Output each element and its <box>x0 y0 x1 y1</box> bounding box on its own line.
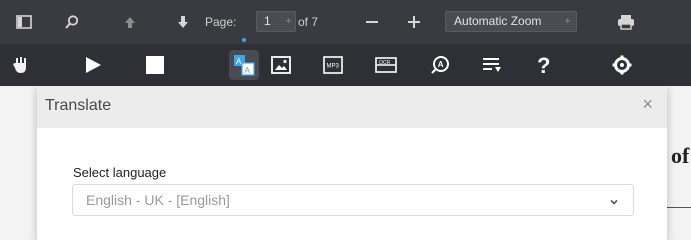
zoom-out-icon[interactable] <box>360 10 384 34</box>
mp3-icon[interactable]: MP3 <box>318 50 348 80</box>
zoom-in-icon[interactable] <box>402 10 426 34</box>
previous-page-icon[interactable] <box>118 10 142 34</box>
playlist-add-icon[interactable] <box>477 50 507 80</box>
translate-icon[interactable]: AA <box>229 50 259 80</box>
svg-text:A: A <box>245 66 251 75</box>
language-select-value: English - UK - [English] <box>86 192 230 208</box>
document-text-fragment: of <box>671 143 690 168</box>
page-label: Page: <box>205 15 237 29</box>
play-icon[interactable] <box>78 50 108 80</box>
dialog-title: Translate <box>45 97 112 114</box>
settings-icon[interactable] <box>607 50 637 80</box>
print-icon[interactable] <box>614 10 638 34</box>
dialog-header: Translate × <box>37 86 667 128</box>
sidebar-toggle-icon[interactable] <box>12 10 36 34</box>
page-spinner-icon[interactable]: ÷ <box>286 12 291 31</box>
language-select[interactable]: English - UK - [English] <box>72 184 634 216</box>
svg-text:OCR: OCR <box>379 60 391 66</box>
pdf-viewer: Page: 1 ÷ of 7 Automatic Zoom ÷ A A MP3 … <box>0 0 691 240</box>
page-number-value: 1 <box>264 14 271 28</box>
search-text-icon[interactable]: A <box>425 50 455 80</box>
top-toolbar: Page: 1 ÷ of 7 Automatic Zoom ÷ <box>0 0 691 44</box>
stop-icon[interactable] <box>140 50 170 80</box>
page-number-input[interactable]: 1 ÷ <box>256 11 296 32</box>
svg-text:A: A <box>236 57 242 66</box>
zoom-spinner-icon: ÷ <box>565 16 570 26</box>
svg-text:MP3: MP3 <box>327 64 340 70</box>
zoom-value: Automatic Zoom <box>454 14 542 28</box>
hand-tool-icon[interactable] <box>6 50 36 80</box>
close-icon[interactable]: × <box>642 94 653 114</box>
help-icon[interactable]: ? <box>529 50 559 80</box>
ocr-icon[interactable]: OCR <box>371 50 401 80</box>
tool-toolbar: AA MP3 OCR A ? <box>0 44 691 86</box>
active-tool-indicator <box>242 38 246 42</box>
document-background-left <box>0 86 37 240</box>
select-language-label: Select language <box>73 165 167 180</box>
svg-text:A: A <box>438 60 444 69</box>
next-page-icon[interactable] <box>171 10 195 34</box>
search-icon[interactable] <box>60 10 84 34</box>
document-divider <box>667 207 691 208</box>
zoom-select[interactable]: Automatic Zoom ÷ <box>445 11 577 32</box>
chevron-down-icon <box>609 194 619 212</box>
page-count: of 7 <box>298 15 319 29</box>
translate-dialog: Translate × Select language English - UK… <box>37 86 667 240</box>
svg-text:?: ? <box>537 54 550 76</box>
image-icon[interactable] <box>266 50 296 80</box>
